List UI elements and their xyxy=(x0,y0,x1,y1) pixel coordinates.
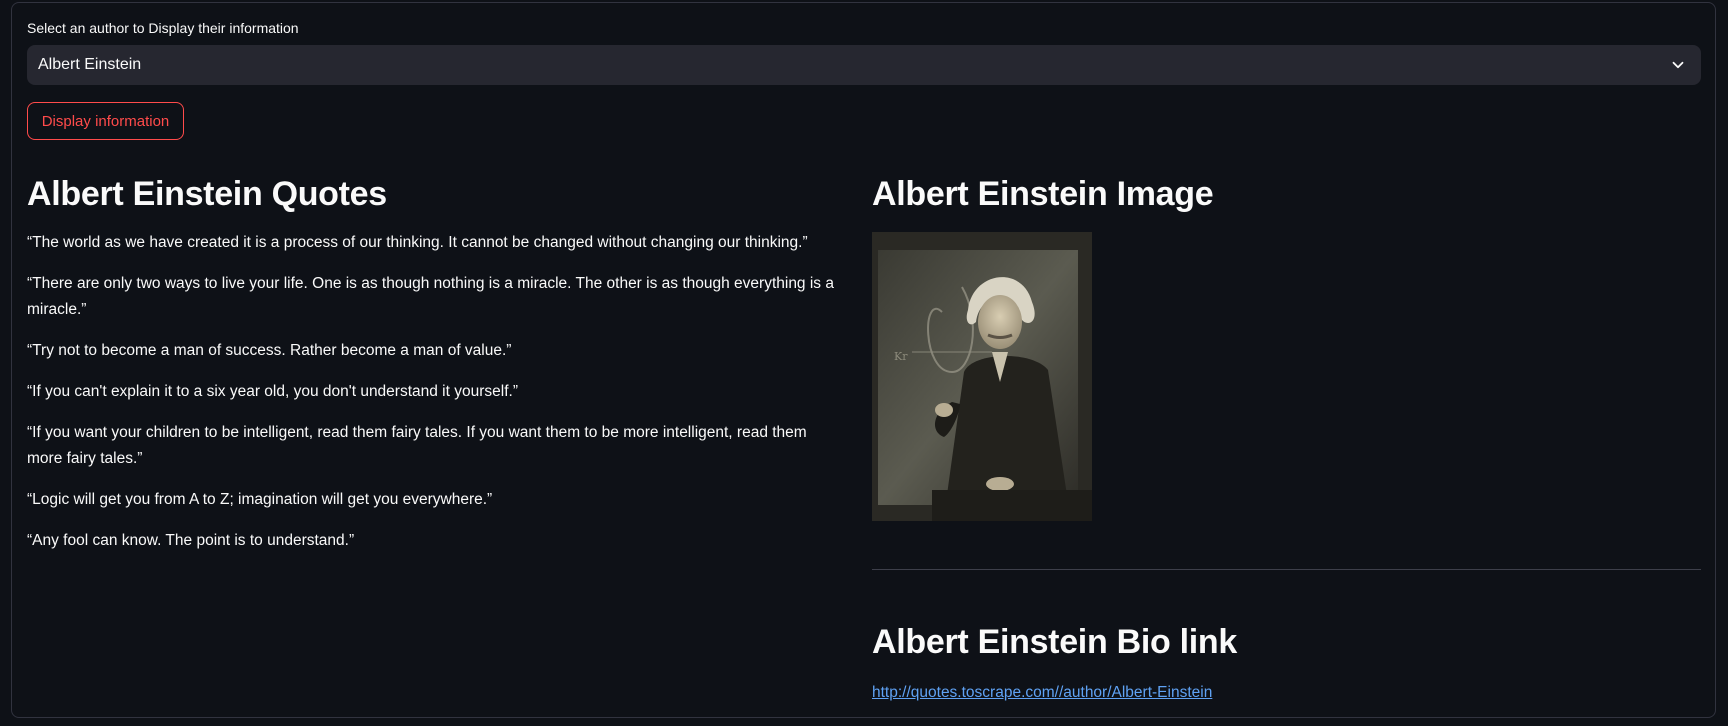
display-information-button[interactable]: Display information xyxy=(27,102,184,140)
info-column: Albert Einstein Image Kr Albert Einstein… xyxy=(872,170,1701,702)
quote-item: “Try not to become a man of success. Rat… xyxy=(27,342,512,359)
quotes-list: “The world as we have created it is a pr… xyxy=(27,230,842,554)
author-select-value: Albert Einstein xyxy=(38,56,142,73)
section-divider xyxy=(872,569,1701,570)
quote-item: “If you can't explain it to a six year o… xyxy=(27,383,518,400)
quote-item: “There are only two ways to live your li… xyxy=(27,275,834,318)
svg-text:Kr: Kr xyxy=(894,350,908,363)
author-select[interactable]: Albert Einstein xyxy=(27,45,1701,85)
image-title: Albert Einstein Image xyxy=(872,175,1214,213)
author-select-label: Select an author to Display their inform… xyxy=(27,20,299,36)
chevron-down-icon xyxy=(1672,61,1684,69)
quotes-column: Albert Einstein Quotes “The world as we … xyxy=(27,170,842,569)
quotes-title: Albert Einstein Quotes xyxy=(27,175,387,213)
quote-item: “Any fool can know. The point is to unde… xyxy=(27,532,355,549)
author-portrait-image: Kr xyxy=(872,232,1092,521)
quote-item: “The world as we have created it is a pr… xyxy=(27,234,808,251)
bio-link[interactable]: http://quotes.toscrape.com//author/Alber… xyxy=(872,684,1212,702)
quote-item: “If you want your children to be intelli… xyxy=(27,424,807,467)
bio-title: Albert Einstein Bio link xyxy=(872,623,1237,661)
quote-item: “Logic will get you from A to Z; imagina… xyxy=(27,491,493,508)
